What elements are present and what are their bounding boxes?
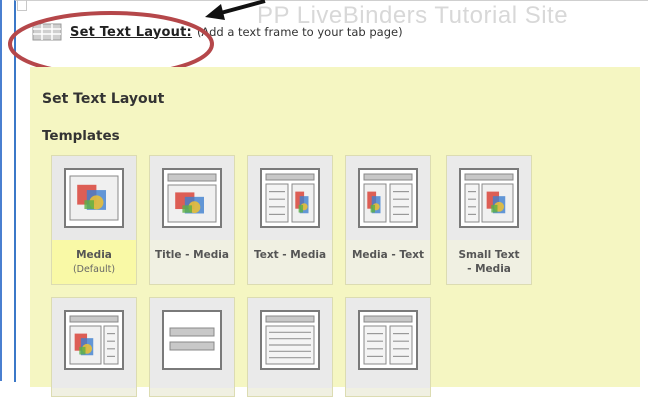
template-title-media[interactable]: Title - Media <box>149 155 235 285</box>
left-edge-line <box>0 0 2 381</box>
template-text-full[interactable] <box>247 297 333 397</box>
template-thumbnail <box>52 298 136 388</box>
template-thumbnail <box>248 156 332 240</box>
template-label: Media <box>76 249 112 261</box>
text-full-layout-icon <box>260 310 320 370</box>
media-text-layout-icon <box>358 168 418 228</box>
template-media-text[interactable]: Media - Text <box>345 155 431 285</box>
template-media-small-text[interactable] <box>51 297 137 397</box>
template-label: Small Text - Media <box>458 249 520 275</box>
title-media-layout-icon <box>162 168 222 228</box>
header-description: (Add a text frame to your tab page) <box>196 25 403 39</box>
template-label: Title - Media <box>155 249 229 261</box>
media-layout-icon <box>64 168 124 228</box>
text-media-layout-icon <box>260 168 320 228</box>
template-small-text-media[interactable]: Small Text - Media <box>446 155 532 285</box>
two-column-text-layout-icon <box>358 310 418 370</box>
template-label: Text - Media <box>253 249 327 261</box>
template-thumbnail <box>150 156 234 240</box>
pointer-arrow-icon <box>205 0 266 20</box>
template-thumbnail <box>248 298 332 388</box>
template-text-media[interactable]: Text - Media <box>247 155 333 285</box>
template-media[interactable]: Media (Default) <box>51 155 137 285</box>
template-thumbnail <box>447 156 531 240</box>
template-thumbnail <box>150 298 234 388</box>
template-title-text[interactable] <box>149 297 235 397</box>
small-text-media-layout-icon <box>459 168 519 228</box>
title-text-layout-icon <box>162 310 222 370</box>
templates-label: Templates <box>42 128 120 144</box>
template-sublabel: (Default) <box>72 264 116 275</box>
template-thumbnail <box>346 156 430 240</box>
template-two-column-text[interactable] <box>345 297 431 397</box>
template-label: Media - Text <box>351 249 425 261</box>
panel-title: Set Text Layout <box>42 91 165 107</box>
media-small-text-layout-icon <box>64 310 124 370</box>
template-thumbnail <box>52 156 136 240</box>
template-thumbnail <box>346 298 430 388</box>
